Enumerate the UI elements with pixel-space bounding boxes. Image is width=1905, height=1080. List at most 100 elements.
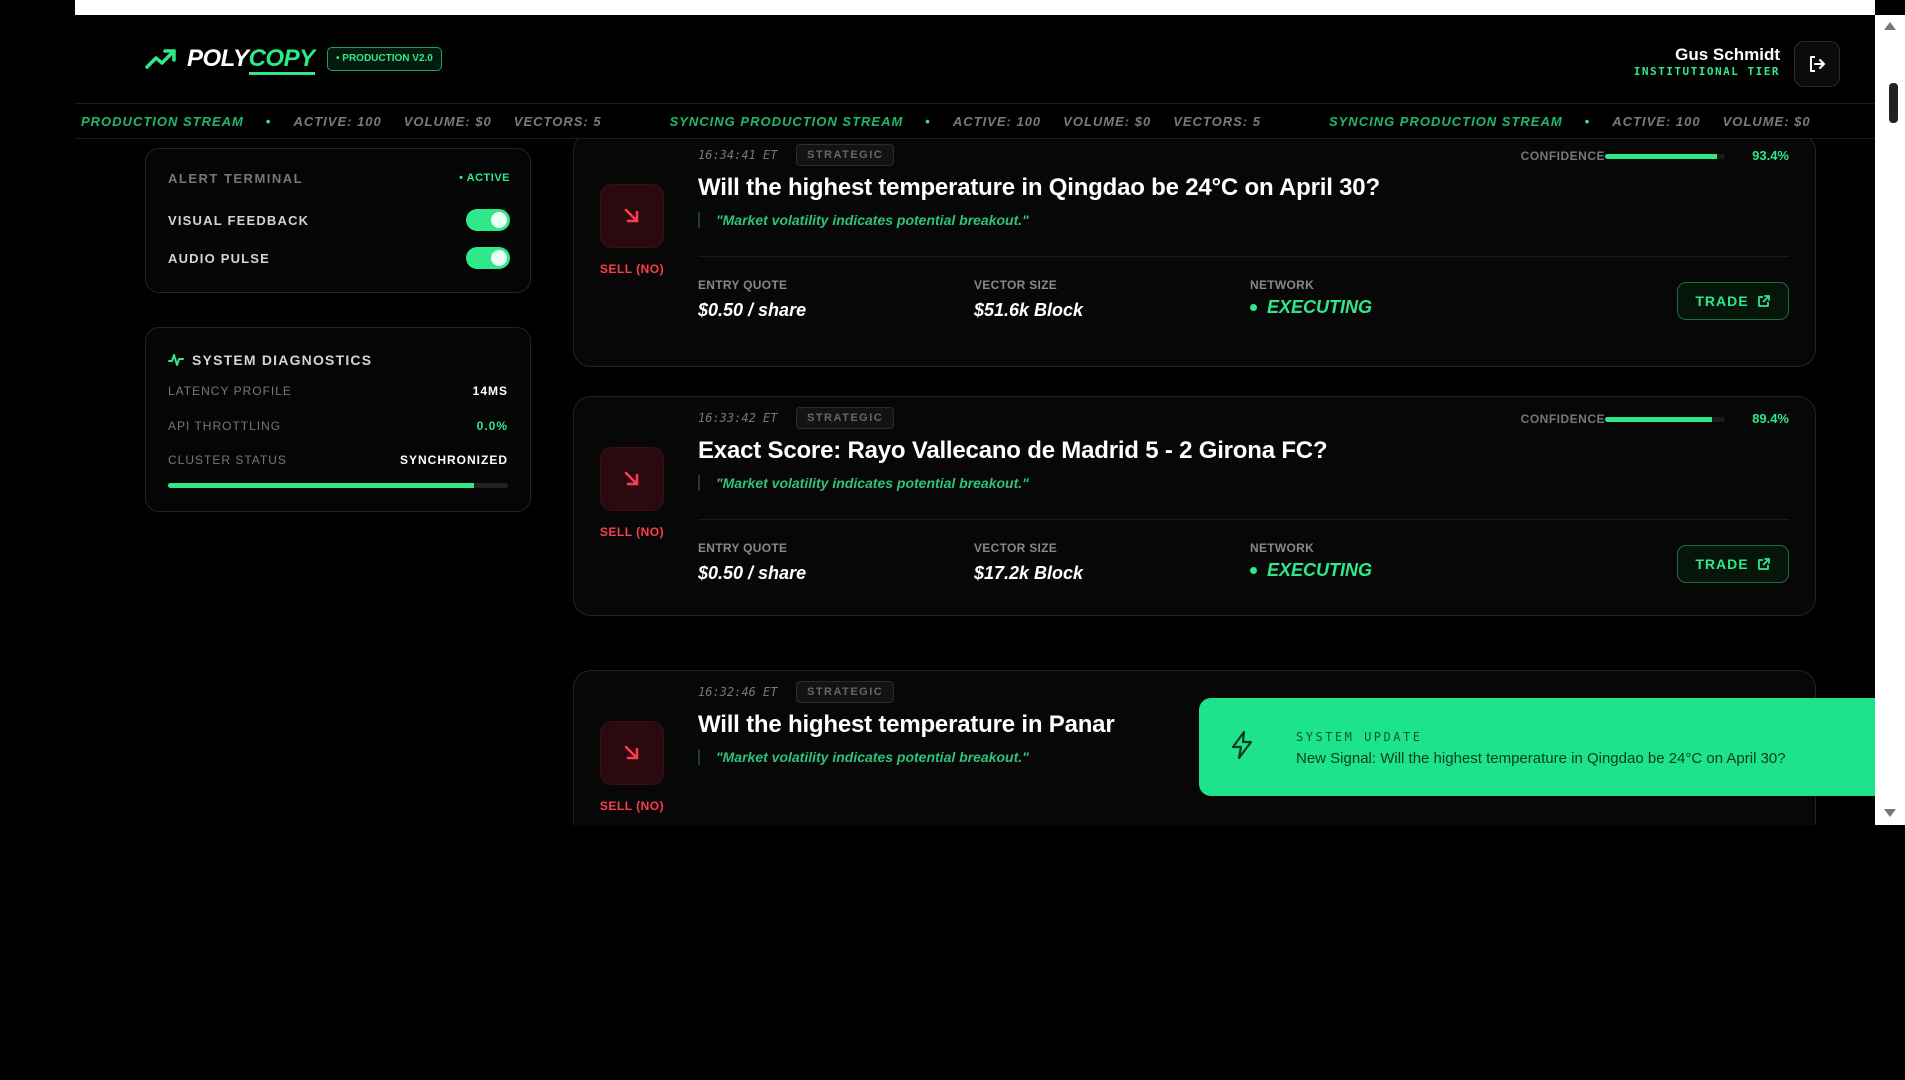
network-status-text: EXECUTING (1267, 560, 1373, 580)
signal-quote: "Market volatility indicates potential b… (698, 475, 1029, 491)
ticker-separator: • (925, 113, 931, 129)
signal-tag: STRATEGIC (796, 407, 895, 429)
toast-title: SYSTEM UPDATE (1296, 730, 1423, 744)
vector-size-field: VECTOR SIZE $17.2k Block (974, 541, 1083, 584)
ticker-vectors: VECTORS: 5 (513, 113, 602, 129)
alert-terminal-panel: ALERT TERMINAL • ACTIVE VISUAL FEEDBACK … (145, 148, 531, 293)
cluster-status-label: CLUSTER STATUS (168, 453, 287, 467)
direction-label: SELL (NO) (599, 525, 665, 539)
diagnostics-header: SYSTEM DIAGNOSTICS (168, 352, 372, 368)
signal-quote: "Market volatility indicates potential b… (698, 212, 1029, 228)
scroll-thumb[interactable] (1889, 83, 1898, 123)
entry-quote-field: ENTRY QUOTE $0.50 / share (698, 278, 806, 321)
network-label: NETWORK (1250, 278, 1315, 292)
health-bar (168, 483, 508, 488)
direction-label: SELL (NO) (599, 799, 665, 813)
signal-title[interactable]: Will the highest temperature in Panar (698, 711, 1115, 739)
signal-card: 16:33:42 ET STRATEGIC CONFIDENCE 89.4% S… (573, 396, 1816, 616)
signal-time: 16:34:41 ET (698, 148, 778, 162)
entry-quote-value: $0.50 / share (698, 563, 807, 583)
cluster-status-row: CLUSTER STATUS SYNCHRONIZED (168, 453, 508, 467)
ticker-stream: SYNCING PRODUCTION STREAM (669, 113, 904, 129)
vector-size-label: VECTOR SIZE (974, 541, 1058, 555)
network-status: EXECUTING (1250, 297, 1372, 318)
toggle-knob (491, 250, 507, 266)
app-window: POLYCOPY • PRODUCTION V2.0 Gus Schmidt I… (75, 15, 1875, 825)
vector-size-field: VECTOR SIZE $51.6k Block (974, 278, 1083, 321)
brand-name-copy: COPY (248, 45, 315, 75)
ticker-stream: PRODUCTION STREAM (81, 113, 244, 129)
toast-message: New Signal: Will the highest temperature… (1296, 750, 1786, 767)
signal-time: 16:32:46 ET (698, 685, 778, 699)
confidence-bar-fill (1605, 154, 1718, 159)
brand-name: POLYCOPY (187, 45, 315, 75)
signal-time: 16:33:42 ET (698, 411, 778, 425)
signal-card: 16:34:41 ET STRATEGIC CONFIDENCE 93.4% S… (573, 139, 1816, 367)
system-diagnostics-panel: SYSTEM DIAGNOSTICS LATENCY PROFILE 14MS … (145, 327, 531, 512)
confidence-bar (1605, 417, 1725, 422)
signal-title[interactable]: Will the highest temperature in Qingdao … (698, 174, 1380, 202)
sell-direction-box (600, 184, 664, 248)
brand-name-poly: POLY (187, 45, 249, 72)
user-profile: Gus Schmidt INSTITUTIONAL TIER (1634, 45, 1780, 78)
card-divider (698, 519, 1789, 520)
ticker-volume: VOLUME: $0 (1722, 113, 1811, 129)
ticker-active: ACTIVE: 100 (952, 113, 1042, 129)
ticker-active: ACTIVE: 100 (1612, 113, 1701, 129)
entry-quote-label: ENTRY QUOTE (698, 278, 788, 292)
ticker-volume: VOLUME: $0 (403, 113, 492, 129)
status-dot (1250, 567, 1257, 574)
api-throttling-label: API THROTTLING (168, 419, 282, 433)
alert-status-badge: • ACTIVE (459, 172, 510, 184)
environment-badge: • PRODUCTION V2.0 (327, 47, 442, 71)
confidence-label: CONFIDENCE (1520, 412, 1605, 426)
brand-logo[interactable]: POLYCOPY (145, 45, 315, 75)
audio-pulse-toggle[interactable] (466, 247, 510, 269)
logout-button[interactable] (1794, 41, 1840, 87)
user-name: Gus Schmidt (1675, 45, 1780, 64)
trade-button[interactable]: TRADE (1677, 545, 1789, 583)
visual-feedback-row: VISUAL FEEDBACK (168, 207, 510, 233)
signal-tag: STRATEGIC (796, 681, 895, 703)
health-bar-fill (168, 483, 474, 488)
trade-button-label: TRADE (1695, 556, 1749, 572)
entry-quote-label: ENTRY QUOTE (698, 541, 788, 555)
external-link-icon (1757, 558, 1770, 570)
arrow-down-right-icon (624, 208, 639, 223)
lightning-bolt-icon (1231, 730, 1253, 760)
page-scrollbar[interactable] (1875, 15, 1905, 825)
entry-quote-field: ENTRY QUOTE $0.50 / share (698, 541, 806, 584)
trade-button-label: TRADE (1695, 293, 1749, 309)
user-tier: INSTITUTIONAL TIER (1633, 65, 1780, 78)
latency-value: 14MS (472, 384, 508, 398)
vector-size-value: $17.2k Block (974, 563, 1084, 583)
scroll-up-arrow[interactable] (1884, 22, 1896, 30)
ticker-active: ACTIVE: 100 (293, 113, 382, 129)
trade-button[interactable]: TRADE (1677, 282, 1789, 320)
toggle-knob (491, 212, 507, 228)
card-divider (698, 256, 1789, 257)
network-status: EXECUTING (1250, 560, 1372, 581)
network-field: NETWORK EXECUTING (1250, 278, 1372, 318)
scroll-down-arrow[interactable] (1884, 809, 1896, 817)
status-dot (1250, 304, 1257, 311)
visual-feedback-toggle[interactable] (466, 209, 510, 231)
audio-pulse-row: AUDIO PULSE (168, 245, 510, 271)
signal-title[interactable]: Exact Score: Rayo Vallecano de Madrid 5 … (698, 437, 1328, 465)
confidence-label: CONFIDENCE (1520, 149, 1605, 163)
api-throttling-value: 0.0% (476, 419, 508, 433)
system-update-toast[interactable]: SYSTEM UPDATE New Signal: Will the highe… (1199, 698, 1875, 796)
visual-feedback-label: VISUAL FEEDBACK (168, 212, 310, 228)
ticker-volume: VOLUME: $0 (1063, 113, 1152, 129)
ticker-separator: • (1584, 113, 1591, 129)
network-status-text: EXECUTING (1267, 297, 1373, 317)
signal-tag: STRATEGIC (796, 144, 895, 166)
alert-terminal-title: ALERT TERMINAL (168, 171, 304, 186)
sell-direction-box (600, 447, 664, 511)
network-field: NETWORK EXECUTING (1250, 541, 1372, 581)
latency-row: LATENCY PROFILE 14MS (168, 384, 508, 398)
signal-quote: "Market volatility indicates potential b… (698, 749, 1029, 765)
latency-label: LATENCY PROFILE (168, 384, 292, 398)
browser-top-strip (75, 0, 1875, 15)
vector-size-value: $51.6k Block (974, 300, 1084, 320)
